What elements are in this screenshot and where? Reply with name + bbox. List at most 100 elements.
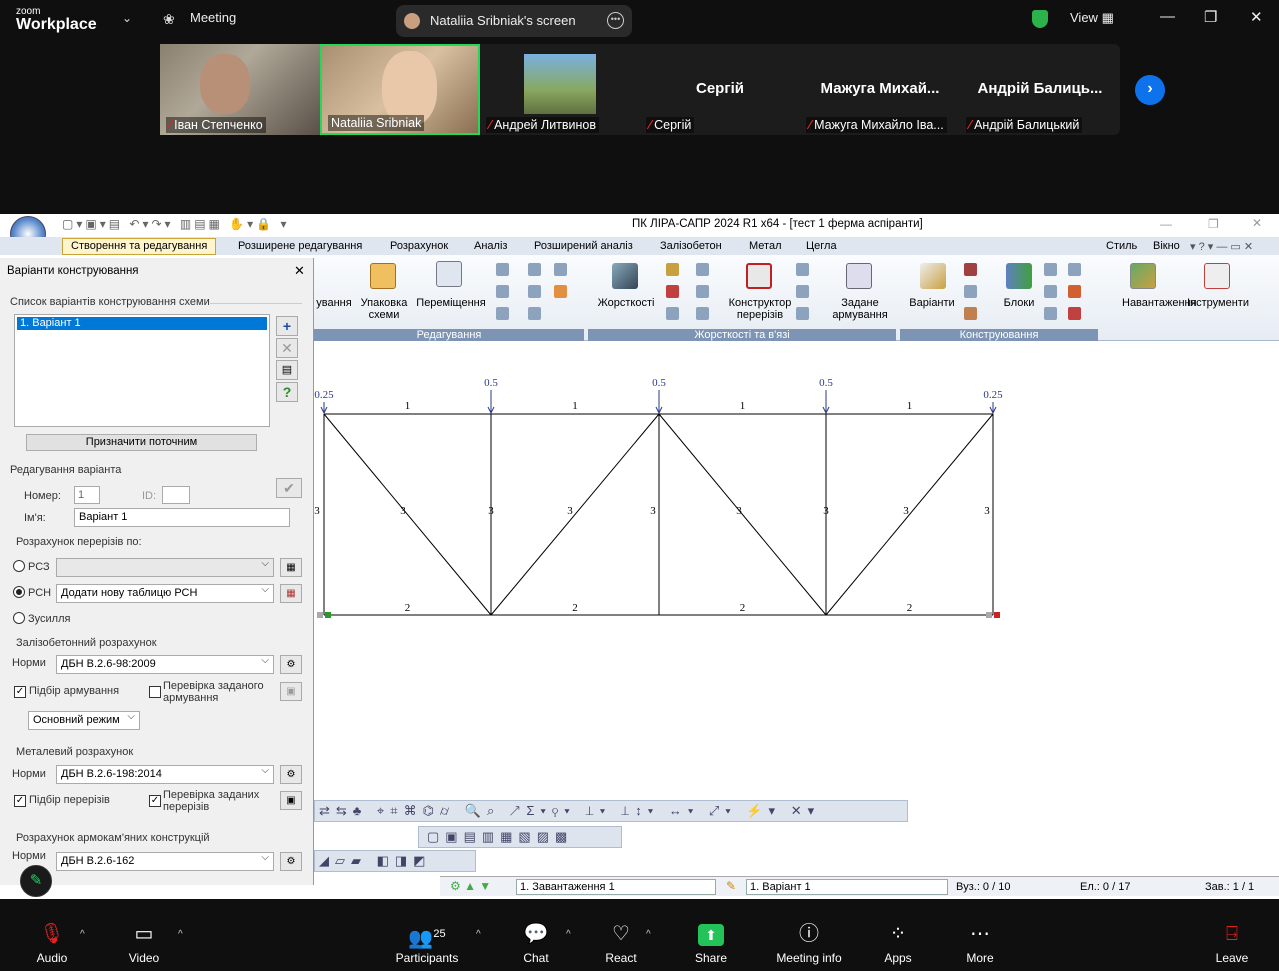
radio-rsz[interactable] bbox=[13, 560, 25, 572]
tool-icon[interactable] bbox=[496, 285, 509, 298]
close-icon[interactable]: ✕ bbox=[1252, 216, 1262, 230]
help-icon[interactable]: ? bbox=[276, 382, 298, 402]
member-label-bottom[interactable]: 2 bbox=[740, 602, 746, 614]
audio-button[interactable]: 🎙 Audio bbox=[12, 915, 92, 965]
diagonal-member[interactable] bbox=[825, 413, 994, 616]
participant-tile[interactable]: Андрій Балиць... ⁄ Андрій Балицький bbox=[960, 44, 1120, 135]
tab-advanced-edit[interactable]: Розширене редагування bbox=[238, 240, 362, 252]
menu-window[interactable]: Вікно bbox=[1153, 240, 1180, 252]
model-canvas[interactable]: 0.25 0.5 0.5 0.5 0.25 1 1 1 1 2 2 2 2 3 3 3 3 3 3 3 3 3 bbox=[314, 342, 1279, 790]
participant-tile[interactable]: ⁄ Іван Степченко bbox=[160, 44, 320, 135]
ribbon-btn-given-reinforcement[interactable]: Задане армування bbox=[824, 297, 896, 321]
annotate-pen-icon[interactable]: ✎ bbox=[20, 865, 52, 897]
variants-list[interactable]: 1. Варіант 1 bbox=[14, 314, 270, 427]
support-icon[interactable] bbox=[325, 612, 331, 618]
tool-icon[interactable] bbox=[496, 307, 509, 320]
radio-rsn[interactable] bbox=[13, 586, 25, 598]
rc-check-selection[interactable]: ✓ bbox=[14, 686, 26, 698]
share-button[interactable]: ⬆ Share bbox=[671, 915, 751, 965]
rc-check-given[interactable] bbox=[149, 686, 161, 698]
member-label-bottom[interactable]: 2 bbox=[572, 602, 578, 614]
cut-icon[interactable] bbox=[528, 263, 541, 276]
participant-tile-active[interactable]: Nataliia Sribniak bbox=[320, 44, 480, 135]
menu-style[interactable]: Стиль bbox=[1106, 240, 1137, 252]
tool-icon[interactable] bbox=[1044, 263, 1057, 276]
delete-icon[interactable]: ✕ bbox=[276, 338, 298, 358]
settings-icon[interactable]: ▣ bbox=[280, 682, 302, 701]
close-icon[interactable]: ✕ bbox=[1250, 8, 1263, 26]
tab-analysis[interactable]: Аналіз bbox=[474, 240, 507, 252]
chevron-up-icon[interactable]: ^ bbox=[646, 929, 651, 940]
steel-check-selection[interactable]: ✓ bbox=[14, 795, 26, 807]
member-label-bottom[interactable]: 2 bbox=[405, 602, 411, 614]
tool-icon[interactable] bbox=[1068, 263, 1081, 276]
member-label-diag[interactable]: 3 bbox=[488, 505, 494, 517]
tool-icon[interactable] bbox=[964, 285, 977, 298]
apply-check-icon[interactable]: ✔ bbox=[276, 478, 302, 498]
tab-metal[interactable]: Метал bbox=[749, 240, 782, 252]
encryption-shield-icon[interactable] bbox=[1032, 10, 1048, 28]
member-label-diag[interactable]: 3 bbox=[984, 505, 990, 517]
variant-select[interactable]: 1. Варіант 1 bbox=[746, 879, 948, 895]
load-value[interactable]: 0.25 bbox=[314, 389, 334, 401]
load-icon[interactable]: ⚙ ▲ ▼ bbox=[450, 879, 508, 893]
meeting-info-button[interactable]: ⓘ Meeting info bbox=[769, 915, 849, 965]
radio-forces[interactable] bbox=[13, 612, 25, 624]
member-label-diag[interactable]: 3 bbox=[400, 505, 406, 517]
chevron-up-icon[interactable]: ^ bbox=[566, 929, 571, 940]
ribbon-btn-pack-schema[interactable]: Упаковка схеми bbox=[354, 297, 414, 321]
load-value[interactable]: 0.5 bbox=[819, 377, 833, 389]
load-value[interactable]: 0.5 bbox=[652, 377, 666, 389]
chevron-up-icon[interactable]: ^ bbox=[178, 929, 183, 940]
participant-tile[interactable]: ⁄ Андрей Литвинов bbox=[480, 44, 640, 135]
settings-icon[interactable]: ▣ bbox=[280, 791, 302, 810]
close-icon[interactable]: ✕ bbox=[294, 263, 305, 279]
settings-icon[interactable]: ⚙ bbox=[280, 852, 302, 871]
member-label-bottom[interactable]: 2 bbox=[907, 602, 913, 614]
diagonal-member[interactable] bbox=[323, 413, 492, 616]
ribbon-btn-tools[interactable]: Інструменти bbox=[1184, 297, 1252, 309]
steel-norm-select[interactable]: ДБН В.2.6-198:2014 bbox=[56, 765, 274, 784]
member-label-diag[interactable]: 3 bbox=[567, 505, 573, 517]
meeting-label[interactable]: Meeting bbox=[190, 10, 236, 25]
member-label-top[interactable]: 1 bbox=[740, 400, 746, 412]
rsn-select[interactable]: Додати нову таблицю РСН bbox=[56, 584, 274, 603]
minimize-icon[interactable]: — bbox=[1160, 217, 1172, 231]
tool-icon[interactable] bbox=[696, 307, 709, 320]
tool-icon[interactable] bbox=[696, 285, 709, 298]
chat-button[interactable]: 💬 Chat bbox=[496, 915, 576, 965]
tool-icon[interactable] bbox=[496, 263, 509, 276]
tool-icon[interactable] bbox=[964, 307, 977, 320]
truss-diagram[interactable]: 0.25 0.5 0.5 0.5 0.25 1 1 1 1 2 2 2 2 3 3 3 3 3 3 3 3 3 bbox=[314, 342, 1279, 790]
tool-icon[interactable] bbox=[1068, 307, 1081, 320]
pencil-icon[interactable]: ✎ bbox=[726, 879, 736, 893]
steel-check-given[interactable]: ✓ bbox=[149, 795, 161, 807]
chevron-up-icon[interactable]: ^ bbox=[476, 929, 481, 940]
cube-views-icon[interactable]: ▢▣▤▥▦▧▨▩ bbox=[427, 829, 573, 845]
ribbon-btn-move[interactable]: Переміщення bbox=[414, 297, 488, 309]
tool-icon[interactable] bbox=[1068, 285, 1081, 298]
table-icon[interactable]: ▦ bbox=[280, 558, 302, 577]
member-label-top[interactable]: 1 bbox=[405, 400, 411, 412]
participant-tile[interactable]: Мажуга Михай... ⁄ Мажуга Михайло Іва... bbox=[800, 44, 960, 135]
member-label-diag[interactable]: 3 bbox=[314, 505, 320, 517]
tool-icon[interactable] bbox=[666, 285, 679, 298]
load-case-select[interactable]: 1. Завантаження 1 bbox=[516, 879, 716, 895]
member-label-diag[interactable]: 3 bbox=[650, 505, 656, 517]
settings-icon[interactable]: ⚙ bbox=[280, 655, 302, 674]
tool-icon[interactable] bbox=[666, 307, 679, 320]
support-icon[interactable] bbox=[317, 612, 323, 618]
zoom-icon[interactable] bbox=[554, 263, 567, 276]
next-page-icon[interactable]: › bbox=[1135, 75, 1165, 105]
settings-icon[interactable]: ⚙ bbox=[280, 765, 302, 784]
tool-icon[interactable] bbox=[528, 285, 541, 298]
ribbon-btn-blocks[interactable]: Блоки bbox=[994, 297, 1044, 309]
mode-select[interactable]: Основний режим bbox=[28, 711, 140, 730]
video-button[interactable]: ▭ Video bbox=[104, 915, 184, 965]
ribbon-btn-variants[interactable]: Варіанти bbox=[904, 297, 960, 309]
view-button[interactable]: View ▦ bbox=[1070, 10, 1114, 26]
tool-icon[interactable] bbox=[964, 263, 977, 276]
id-field[interactable] bbox=[162, 486, 190, 504]
support-icon[interactable] bbox=[994, 612, 1000, 618]
rc-norm-select[interactable]: ДБН В.2.6-98:2009 bbox=[56, 655, 274, 674]
